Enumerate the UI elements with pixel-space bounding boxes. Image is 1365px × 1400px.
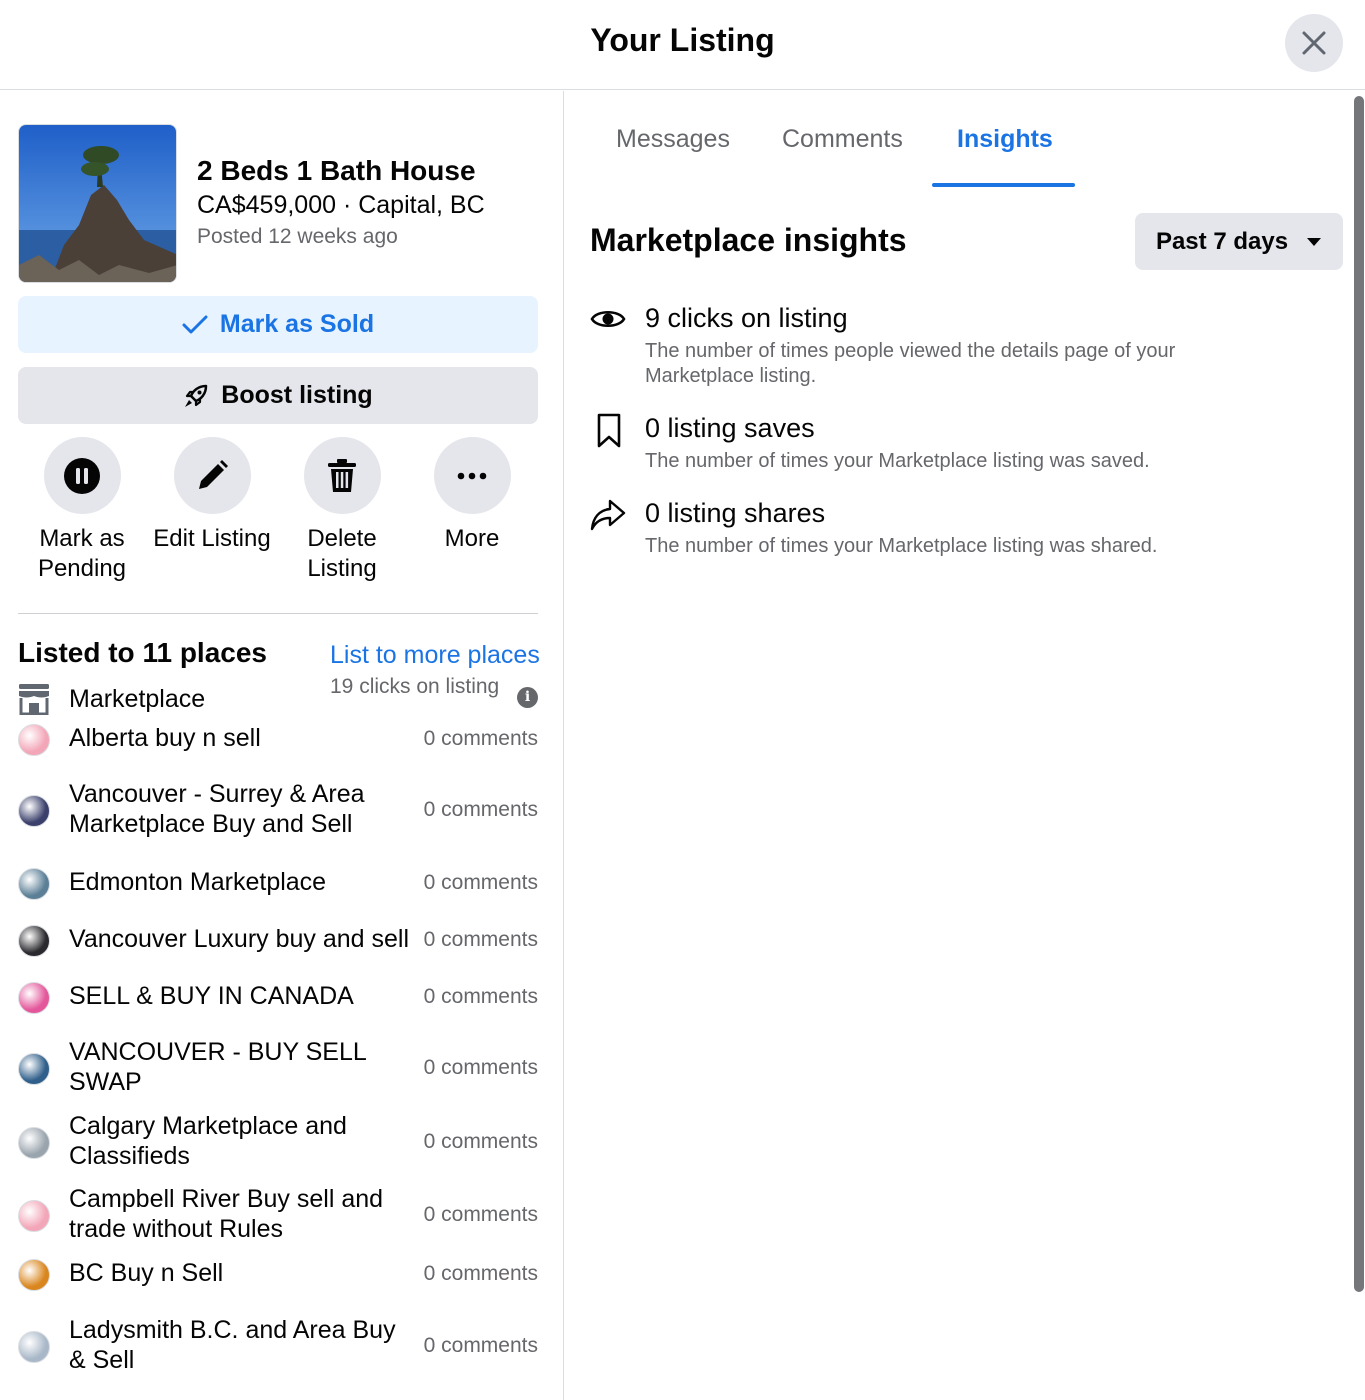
tab-insights[interactable]: Insights [957,125,1053,154]
info-icon[interactable]: i [517,687,538,708]
dialog-header: Your Listing [0,0,1365,90]
group-comment-count: 0 comments [423,727,538,750]
pending-button[interactable] [43,437,121,514]
group-comment-count: 0 comments [423,1203,538,1226]
delete-button[interactable] [303,437,381,514]
mark-as-pending-action[interactable]: Mark as Pending [17,437,147,584]
group-name: VANCOUVER - BUY SELL SWAP [69,1038,366,1096]
group-name: Alberta buy n sell [69,724,261,752]
section-divider [18,613,538,614]
group-row[interactable]: Ladysmith B.C. and Area Buy & Sell 0 comm… [18,1315,538,1375]
date-range-dropdown[interactable]: Past 7 days [1135,213,1343,270]
trash-icon [328,458,356,492]
group-comment-count: 0 comments [423,985,538,1008]
group-name: Vancouver - Surrey & Area Marketplace Bu… [69,780,365,838]
more-label: More [444,525,500,552]
group-avatar [18,982,50,1014]
photo-image [19,125,176,282]
group-row[interactable]: Campbell River Buy sell and trade withou… [18,1184,538,1244]
scrollbar[interactable] [1354,96,1364,1292]
mark-as-pending-label: Mark as Pending [37,525,127,582]
boost-listing-label: Boost listing [221,381,373,409]
pause-icon [64,457,100,494]
marketplace-icon [19,684,49,715]
group-avatar [18,1200,50,1232]
group-name: Campbell River Buy sell and trade withou… [69,1185,384,1243]
delete-listing-action[interactable]: Delete Listing [277,437,407,584]
checkmark-icon [182,315,208,333]
mark-as-sold-label: Mark as Sold [219,310,375,338]
edit-button[interactable] [173,437,251,514]
date-range-value: Past 7 days [1155,227,1289,255]
group-avatar [18,1053,50,1085]
stat-saves-desc: The number of times your Marketplace lis… [645,450,1150,472]
eye-icon [590,310,626,328]
dialog-title: Your Listing [590,22,775,58]
group-comment-count: 0 comments [423,1130,538,1153]
insights-heading: Marketplace insights [590,222,907,258]
group-row[interactable]: VANCOUVER - BUY SELL SWAP 0 comments [18,1037,538,1097]
group-avatar [18,1331,50,1363]
more-dots-icon [457,472,487,479]
stat-shares-title: 0 listing shares [645,498,826,528]
stat-saves-title: 0 listing saves [645,413,815,443]
close-button[interactable] [1285,14,1343,72]
stat-clicks-title: 9 clicks on listing [645,303,848,333]
group-row[interactable]: Vancouver - Surrey & Area Marketplace Bu… [18,779,538,839]
rocket-icon [185,384,208,407]
marketplace-clicks: 19 clicks on listing [330,675,500,698]
group-comment-count: 0 comments [423,1334,538,1357]
group-name: Ladysmith B.C. and Area Buy & Sell [69,1316,396,1374]
group-comment-count: 0 comments [423,1056,538,1079]
group-row[interactable]: Alberta buy n sell 0 comments [18,723,538,783]
listing-title: 2 Beds 1 Bath House [197,155,476,186]
caret-down-icon [1307,237,1322,246]
more-button[interactable] [433,437,511,514]
listing-photo[interactable] [18,124,177,283]
edit-listing-action[interactable]: Edit Listing [147,437,277,554]
share-icon [590,499,626,531]
group-row[interactable]: Calgary Marketplace and Classifieds 0 com… [18,1111,538,1171]
listing-price-location: CA$459,000 · Capital, BC [197,191,485,219]
group-comment-count: 0 comments [423,1262,538,1285]
group-avatar [18,925,50,957]
group-avatar [18,724,50,756]
group-row[interactable]: BC Buy n Sell 0 comments [18,1258,538,1318]
group-avatar [18,795,50,827]
group-comment-count: 0 comments [423,928,538,951]
group-name: BC Buy n Sell [69,1259,224,1287]
edit-listing-label: Edit Listing [153,525,271,552]
group-avatar [18,1127,50,1159]
group-name: Vancouver Luxury buy and sell [69,925,410,953]
stat-shares-desc: The number of times your Marketplace lis… [645,535,1158,557]
mark-as-sold-button[interactable]: Mark as Sold [18,296,538,353]
group-row[interactable]: SELL & BUY IN CANADA 0 comments [18,981,538,1041]
list-to-more-places-link[interactable]: List to more places [330,641,540,670]
group-row[interactable]: Edmonton Marketplace 0 comments [18,867,538,927]
pencil-icon [199,459,228,489]
group-name: Edmonton Marketplace [69,868,327,896]
boost-listing-button[interactable]: Boost listing [18,367,538,424]
bookmark-icon [597,413,621,448]
more-action[interactable]: More [407,437,537,554]
group-avatar [18,868,50,900]
group-comment-count: 0 comments [423,871,538,894]
tab-comments[interactable]: Comments [782,125,903,154]
delete-listing-label: Delete Listing [307,525,377,582]
tab-messages[interactable]: Messages [616,125,730,154]
group-row[interactable]: Vancouver Luxury buy and sell 0 comments [18,924,538,984]
close-icon [1302,31,1326,55]
listing-panel: 2 Beds 1 Bath House CA$459,000 · Capital… [0,91,564,1400]
insights-panel: Messages Comments Insights Marketplace i… [565,91,1365,1400]
stat-clicks-desc: The number of times people viewed the de… [645,340,1176,387]
group-name: Calgary Marketplace and Classifieds [69,1112,347,1170]
group-name: SELL & BUY IN CANADA [69,982,354,1010]
group-comment-count: 0 comments [423,798,538,821]
active-tab-indicator [932,183,1075,187]
marketplace-name: Marketplace [69,685,206,713]
listed-places-title: Listed to 11 places [18,637,267,668]
group-avatar [18,1259,50,1291]
listing-posted-time: Posted 12 weeks ago [197,225,398,248]
